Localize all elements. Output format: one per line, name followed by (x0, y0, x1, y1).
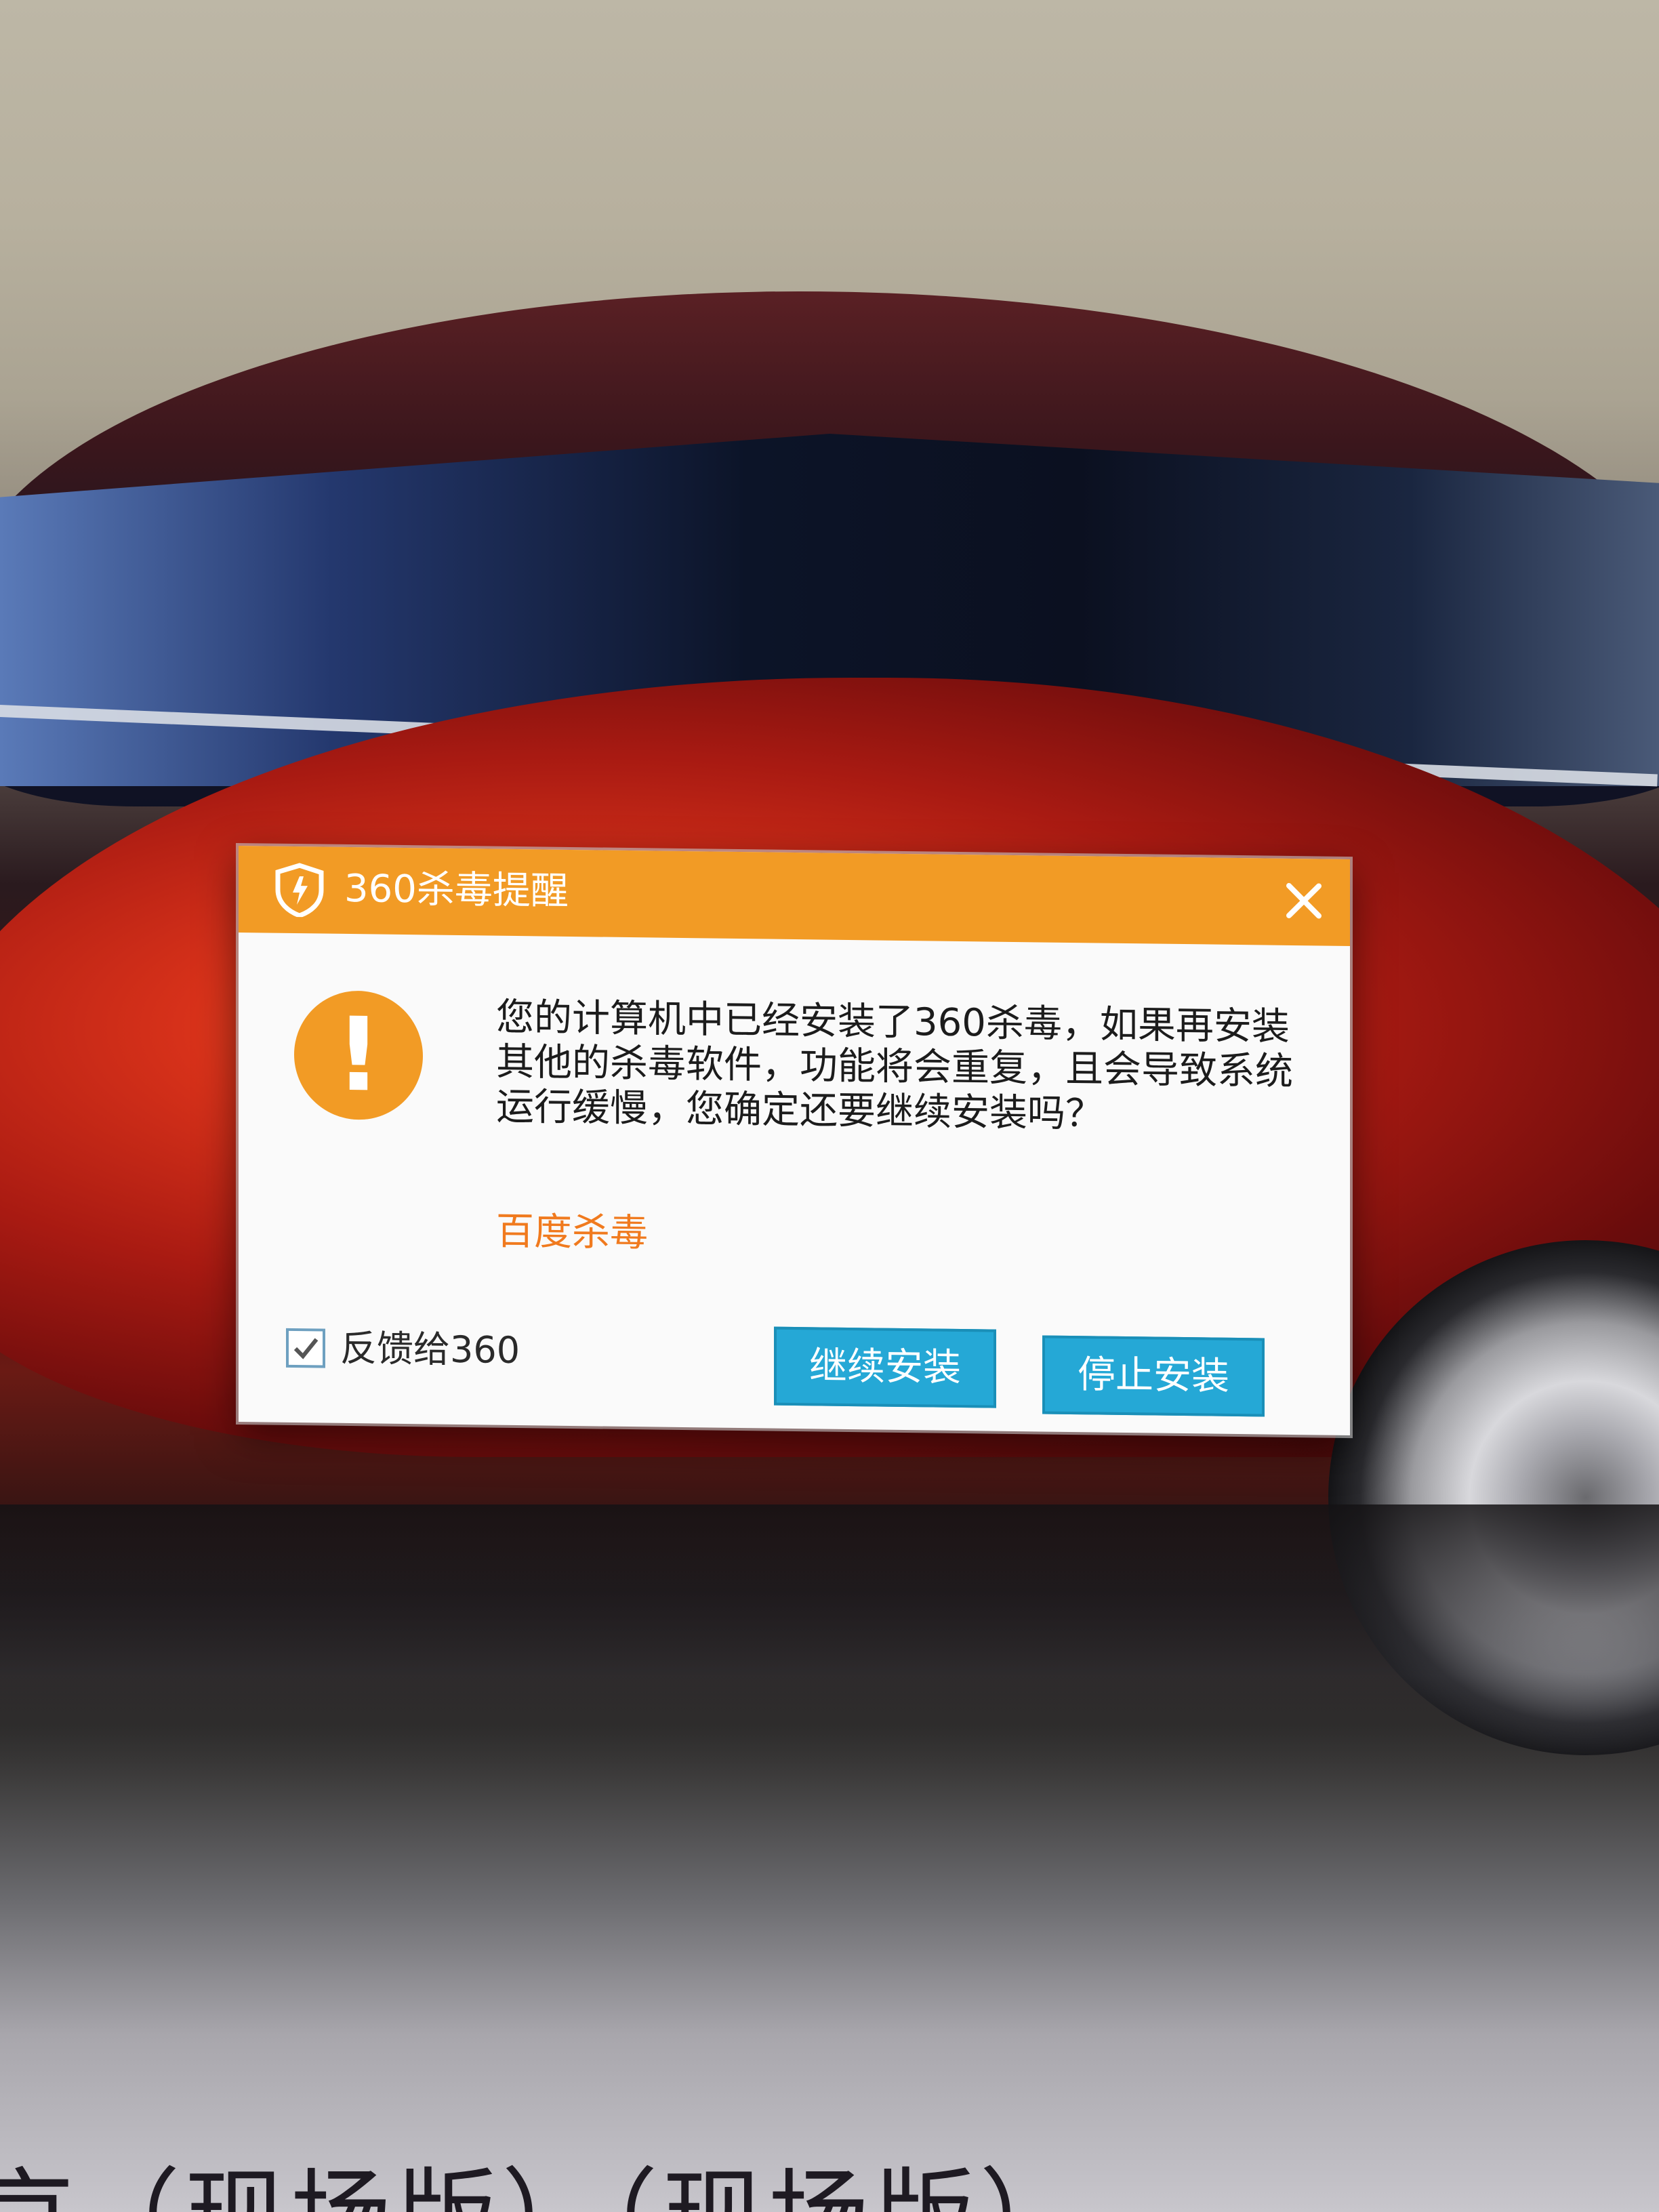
ground-shadow (0, 1504, 1659, 1789)
warning-icon: ! (294, 990, 423, 1121)
feedback-option[interactable]: 反馈给360 (286, 1321, 520, 1378)
close-icon[interactable] (1278, 875, 1330, 927)
baidu-antivirus-link[interactable]: 百度杀毒 (496, 1208, 648, 1258)
dialog-title: 360杀毒提醒 (344, 866, 569, 914)
feedback-checkbox[interactable] (286, 1328, 325, 1368)
feedback-label: 反馈给360 (340, 1326, 520, 1372)
background-partial-text: 京（现场版）（现场版） (0, 2135, 1085, 2212)
alert-message: 您的计算机中已经安装了360杀毒，如果再安装其他的杀毒软件，功能将会重复，且会导… (496, 995, 1293, 1136)
stop-install-button[interactable]: 停止安装 (1042, 1335, 1265, 1417)
antivirus-alert-dialog: 360杀毒提醒 ! 您的计算机中已经安装了360杀毒，如果再安装其他的杀毒软件，… (239, 846, 1350, 1436)
dialog-titlebar[interactable]: 360杀毒提醒 (239, 846, 1350, 947)
continue-install-button[interactable]: 继续安装 (774, 1326, 996, 1408)
check-icon (293, 1338, 319, 1359)
shield-icon (274, 863, 325, 918)
